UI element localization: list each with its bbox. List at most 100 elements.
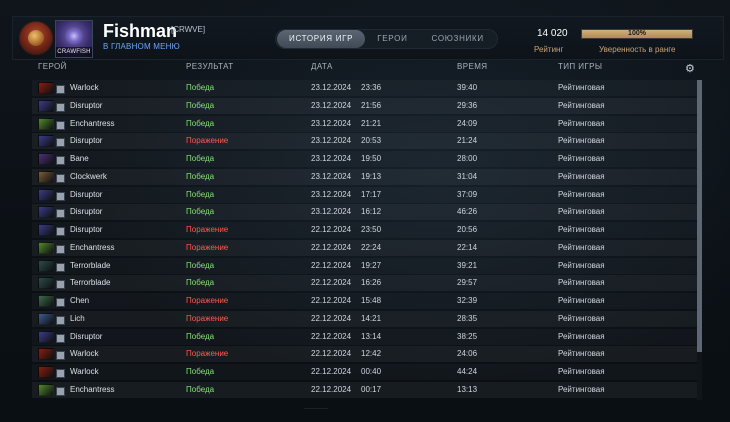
ranked-mode-icon	[56, 191, 65, 201]
table-row[interactable]: Disruptor Поражение 22.12.2024 23:50 20:56 Ре…	[32, 222, 697, 238]
clan-tag: [CRWVE]	[171, 25, 206, 34]
col-duration[interactable]: ВРЕМЯ	[457, 62, 487, 71]
match-duration: 21:24	[457, 136, 478, 146]
avatar-tag: CRAWFISH	[56, 47, 92, 57]
match-time: 21:21	[361, 118, 382, 128]
hero-portrait-icon	[38, 312, 54, 325]
avatar[interactable]: CRAWFISH	[55, 20, 93, 58]
hero-name: Disruptor	[70, 207, 103, 217]
table-row[interactable]: Disruptor Победа 23.12.2024 17:17 37:09 Рейти…	[32, 187, 697, 203]
table-row[interactable]: Warlock Победа 23.12.2024 23:36 39:40 Рейтинг…	[32, 80, 697, 96]
game-type: Рейтинговая	[558, 118, 605, 128]
game-type: Рейтинговая	[558, 384, 605, 394]
match-result: Победа	[186, 384, 215, 394]
bottom-divider	[304, 408, 328, 415]
match-duration: 37:09	[457, 189, 478, 199]
table-row[interactable]: Clockwerk Победа 23.12.2024 19:13 31:04 Рейти…	[32, 168, 697, 185]
table-row[interactable]: Disruptor Поражение 23.12.2024 20:53 21:24 Ре…	[32, 133, 697, 150]
hero-name: Disruptor	[70, 136, 103, 146]
player-name[interactable]: Fishman	[103, 21, 177, 42]
table-row[interactable]: Bane Победа 23.12.2024 19:50 28:00 Рейтингова…	[32, 151, 697, 167]
player-status: В ГЛАВНОМ МЕНЮ	[103, 42, 180, 51]
game-type: Рейтинговая	[558, 207, 605, 217]
table-row[interactable]: Warlock Победа 22.12.2024 00:40 44:24 Рейтинг…	[32, 364, 697, 380]
hero-portrait-icon	[38, 259, 54, 272]
match-duration: 29:57	[457, 278, 478, 288]
match-time: 22:24	[361, 242, 382, 252]
col-game-type[interactable]: ТИП ИГРЫ	[558, 62, 602, 71]
tab-allies[interactable]: СОЮЗНИКИ	[420, 30, 496, 48]
hero-name: Clockwerk	[70, 171, 107, 181]
match-time: 12:42	[361, 349, 382, 359]
tab-match-history[interactable]: ИСТОРИЯ ИГР	[277, 30, 366, 48]
hero-portrait-icon	[38, 366, 54, 378]
match-time: 00:40	[361, 367, 382, 376]
rank-confidence-bar: 100%	[581, 29, 693, 39]
hero-name: Enchantress	[70, 242, 115, 252]
hero-portrait-icon	[38, 330, 54, 343]
game-type: Рейтинговая	[558, 278, 605, 288]
match-result: Победа	[186, 83, 215, 92]
match-result: Поражение	[186, 296, 229, 305]
match-result: Поражение	[186, 136, 229, 146]
hero-name: Disruptor	[70, 189, 103, 199]
avatar-art	[64, 27, 84, 45]
match-date: 22.12.2024	[311, 313, 352, 323]
table-row[interactable]: Terrorblade Победа 22.12.2024 16:26 29:57 Рей…	[32, 275, 697, 292]
match-date: 23.12.2024	[311, 207, 352, 217]
match-date: 22.12.2024	[311, 384, 352, 394]
rating-value: 14 020	[537, 28, 568, 39]
match-duration: 38:25	[457, 331, 478, 341]
table-row[interactable]: Disruptor Победа 22.12.2024 13:14 38:25 Рейти…	[32, 329, 697, 345]
match-date: 22.12.2024	[311, 225, 352, 234]
hero-name: Terrorblade	[70, 278, 111, 288]
match-result: Победа	[186, 331, 215, 341]
col-result[interactable]: РЕЗУЛЬТАТ	[186, 62, 234, 71]
match-date: 23.12.2024	[311, 118, 352, 128]
table-row[interactable]: Enchantress Поражение 22.12.2024 22:24 22:14…	[32, 239, 697, 256]
match-time: 16:12	[361, 207, 382, 217]
table-row[interactable]: Warlock Поражение 22.12.2024 12:42 24:06 Рейт…	[32, 346, 697, 363]
match-time: 19:50	[361, 154, 382, 163]
hero-portrait-icon	[38, 348, 54, 361]
hero-portrait-icon	[38, 206, 54, 219]
rank-medal-icon[interactable]	[19, 21, 53, 55]
table-row[interactable]: Chen Поражение 22.12.2024 15:48 32:39 Рейтинг…	[32, 293, 697, 309]
match-duration: 20:56	[457, 225, 478, 234]
match-time: 23:50	[361, 225, 382, 234]
hero-portrait-icon	[38, 241, 54, 254]
table-row[interactable]: Disruptor Победа 23.12.2024 21:56 29:36 Рейти…	[32, 97, 697, 114]
table-row[interactable]: Enchantress Победа 23.12.2024 21:21 24:09 Рей…	[32, 116, 697, 132]
match-time: 13:14	[361, 331, 382, 341]
table-row[interactable]: Terrorblade Победа 22.12.2024 19:27 39:21 Рей…	[32, 258, 697, 274]
hero-portrait-icon	[38, 295, 54, 307]
match-duration: 13:13	[457, 384, 478, 394]
table-row[interactable]: Enchantress Победа 22.12.2024 00:17 13:13 Рей…	[32, 381, 697, 398]
profile-tabs: ИСТОРИЯ ИГР ГЕРОИ СОЮЗНИКИ	[275, 29, 498, 49]
rank-medal-core	[28, 30, 44, 46]
tab-heroes[interactable]: ГЕРОИ	[365, 30, 419, 48]
ranked-mode-icon	[56, 280, 65, 290]
rank-confidence-label: Уверенность в ранге	[599, 45, 676, 54]
ranked-mode-icon	[56, 173, 65, 183]
match-date: 23.12.2024	[311, 154, 352, 163]
matches-table-header: ГЕРОЙ РЕЗУЛЬТАТ ДАТА ВРЕМЯ ТИП ИГРЫ	[12, 62, 702, 76]
match-duration: 29:36	[457, 100, 478, 110]
match-date: 23.12.2024	[311, 136, 352, 146]
table-row[interactable]: Disruptor Победа 23.12.2024 16:12 46:26 Рейти…	[32, 204, 697, 221]
match-result: Победа	[186, 207, 215, 217]
hero-portrait-icon	[38, 277, 54, 290]
match-duration: 39:21	[457, 260, 478, 270]
game-type: Рейтинговая	[558, 136, 605, 146]
table-row[interactable]: Lich Поражение 22.12.2024 14:21 28:35 Рейтинг…	[32, 310, 697, 327]
gear-icon[interactable]: ⚙	[685, 64, 695, 75]
ranked-mode-icon	[56, 369, 65, 378]
match-time: 19:27	[361, 260, 382, 270]
col-hero[interactable]: ГЕРОЙ	[38, 62, 67, 71]
ranked-mode-icon	[56, 120, 65, 130]
hero-name: Terrorblade	[70, 260, 111, 270]
col-date[interactable]: ДАТА	[311, 62, 333, 71]
ranked-mode-icon	[56, 138, 65, 148]
hero-name: Lich	[70, 313, 85, 323]
scrollbar-thumb[interactable]	[697, 80, 702, 352]
